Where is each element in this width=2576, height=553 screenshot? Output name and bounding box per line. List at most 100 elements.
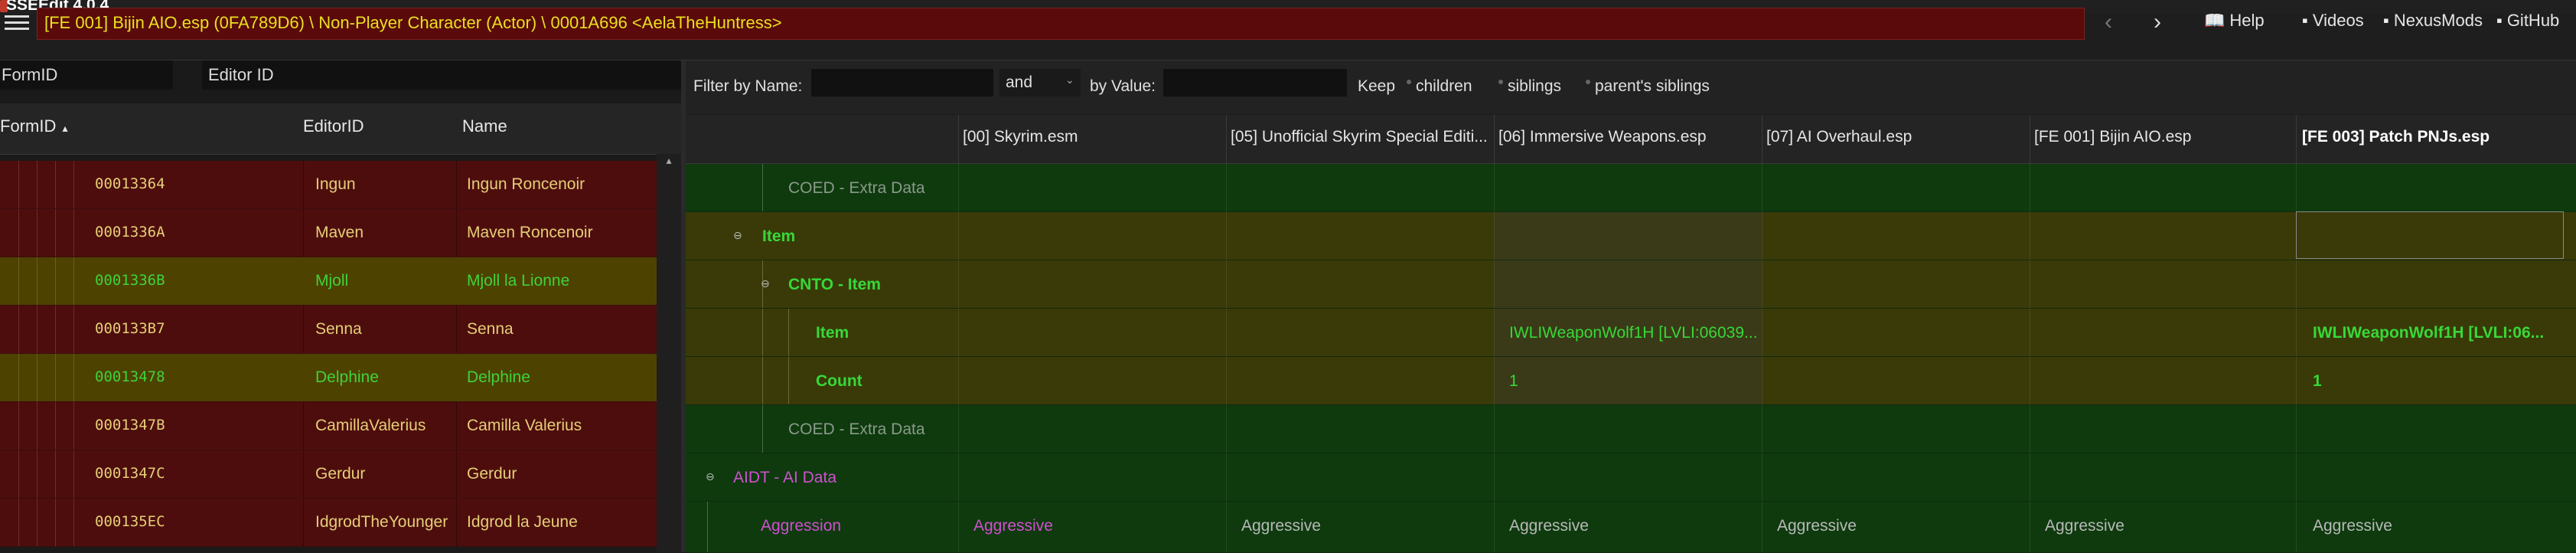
table-row[interactable]: 000135EC IdgrodTheYounger Idgrod la Jeun… [0,499,657,547]
record-field-row[interactable]: COED - Extra Data [686,164,2576,212]
row-name: Maven Roncenoir [467,224,593,241]
column-header-editorid[interactable]: EditorID [303,116,364,136]
row-editorid: Gerdur [315,465,366,483]
row-editorid: Delphine [315,368,379,386]
column-header-formid-label: FormID [0,116,57,136]
filter-operator-value: and [1006,74,1033,91]
row-formid: 0001347C [95,465,165,482]
keep-label: Keep [1358,77,1396,95]
field-value: Aggressive [1241,517,1321,535]
parents-siblings-checkbox[interactable] [1586,80,1590,84]
sort-ascending-icon: ▴ [62,122,68,134]
forward-arrow-icon[interactable]: › [2144,9,2170,35]
row-name: Idgrod la Jeune [467,513,578,531]
record-list-scrollbar[interactable] [657,154,681,552]
column-header-plugin[interactable]: [05] Unofficial Skyrim Special Editi... [1231,128,1488,146]
github-link[interactable]: ▪ GitHub [2496,11,2559,31]
record-path-text: [FE 001] Bijin AIO.esp (0FA789D6) \ Non-… [44,13,782,32]
record-field-row[interactable]: Count 1 1 [686,357,2576,405]
table-row[interactable]: 0001336A Maven Maven Roncenoir [0,209,657,257]
row-editorid: Maven [315,224,364,241]
field-label: Item [816,324,849,342]
back-arrow-icon[interactable]: ‹ [2095,9,2121,35]
field-label: Count [816,372,862,390]
collapse-icon[interactable]: ⊖ [733,230,742,241]
column-header-name[interactable]: Name [462,116,507,136]
videos-link[interactable]: ▪ Videos [2302,11,2364,31]
field-value: Aggressive [973,517,1053,535]
table-row[interactable]: 000133B7 Senna Senna [0,306,657,354]
collapse-icon[interactable]: ⊖ [706,471,715,482]
row-formid: 000133B7 [95,320,165,337]
table-row[interactable]: 00013478 Delphine Delphine [0,354,657,402]
row-name: Delphine [467,368,530,386]
children-checkbox[interactable] [1407,80,1411,84]
help-link-label: Help [2229,11,2265,30]
record-field-row[interactable]: ⊖ CNTO - Item [686,260,2576,309]
videos-link-label: Videos [2312,11,2364,30]
formid-filter-input[interactable]: FormID [0,61,173,90]
row-name: Mjoll la Lionne [467,272,570,290]
column-header-plugin[interactable]: [07] AI Overhaul.esp [1766,128,1912,146]
help-link[interactable]: 📖 Help [2204,11,2265,31]
column-header-plugin[interactable]: [FE 003] Patch PNJs.esp [2302,128,2490,146]
nexusmods-link-label: NexusMods [2393,11,2483,30]
table-row[interactable]: 0001336B Mjoll Mjoll la Lionne [0,257,657,306]
table-row[interactable]: 0001347B CamillaValerius Camilla Valeriu… [0,402,657,450]
nexusmods-link[interactable]: ▪ NexusMods [2383,11,2483,31]
siblings-label: siblings [1508,77,1562,95]
record-field-row[interactable]: ⊖ AIDT - AI Data [686,453,2576,502]
row-editorid: Ingun [315,175,356,193]
filter-by-name-label: Filter by Name: [693,77,803,95]
filter-name-input[interactable] [811,69,993,97]
record-field-row[interactable]: Aggression Aggressive Aggressive Aggress… [686,502,2576,553]
filter-by-value-label: by Value: [1090,77,1156,95]
field-label: Item [762,227,796,245]
github-link-label: GitHub [2506,11,2560,30]
field-value: 1 [1509,372,1518,390]
record-field-row[interactable]: COED - Extra Data [686,405,2576,453]
filter-value-input[interactable] [1163,69,1347,97]
field-value: IWLIWeaponWolf1H [LVLI:06... [2313,324,2545,342]
field-label: COED - Extra Data [788,179,925,197]
row-name: Camilla Valerius [467,417,582,434]
field-value: 1 [2313,372,2322,390]
row-formid: 000135EC [95,513,165,530]
row-formid: 00013478 [95,368,165,385]
column-header-plugin[interactable]: [00] Skyrim.esm [963,128,1078,146]
record-field-row[interactable]: Item IWLIWeaponWolf1H [LVLI:06039... IWL… [686,309,2576,357]
row-name: Senna [467,320,514,338]
book-icon: 📖 [2204,11,2225,30]
column-header-formid[interactable]: FormID ▴ [0,116,67,136]
column-header-plugin[interactable]: [FE 001] Bijin AIO.esp [2034,128,2191,146]
field-value: Aggressive [2313,517,2392,535]
field-label: COED - Extra Data [788,420,925,438]
table-row[interactable]: 00013364 Ingun Ingun Roncenoir [0,161,657,209]
row-formid: 0001347B [95,417,165,434]
siblings-checkbox[interactable] [1498,80,1503,84]
row-editorid: CamillaValerius [315,417,426,434]
record-list: 00013364 Ingun Ingun Roncenoir 0001336A … [0,161,657,552]
row-name: Ingun Roncenoir [467,175,585,193]
row-formid: 00013364 [95,175,165,192]
row-editorid: IdgrodTheYounger [315,513,448,531]
column-header-plugin[interactable]: [06] Immersive Weapons.esp [1498,128,1707,146]
field-label: Aggression [761,517,842,535]
collapse-icon[interactable]: ⊖ [761,278,770,289]
children-label: children [1416,77,1472,95]
field-value: Aggressive [2045,517,2124,535]
field-value: Aggressive [1777,517,1857,535]
hamburger-menu-icon[interactable] [5,11,29,35]
row-editorid: Mjoll [315,272,349,290]
field-value: IWLIWeaponWolf1H [LVLI:06039... [1509,324,1758,342]
chevron-down-icon: ⌄ [1065,74,1074,86]
table-row[interactable]: 0001347C Gerdur Gerdur [0,450,657,499]
editorid-filter-input[interactable]: Editor ID [202,61,683,90]
scroll-up-arrow-icon[interactable]: ▴ [657,154,681,169]
selected-cell[interactable] [2296,211,2564,259]
row-name: Gerdur [467,465,517,483]
github-icon: ▪ [2496,11,2503,30]
record-field-row[interactable]: ⊖ Item [686,212,2576,260]
row-formid: 0001336B [95,272,165,289]
field-label: AIDT - AI Data [733,469,836,486]
